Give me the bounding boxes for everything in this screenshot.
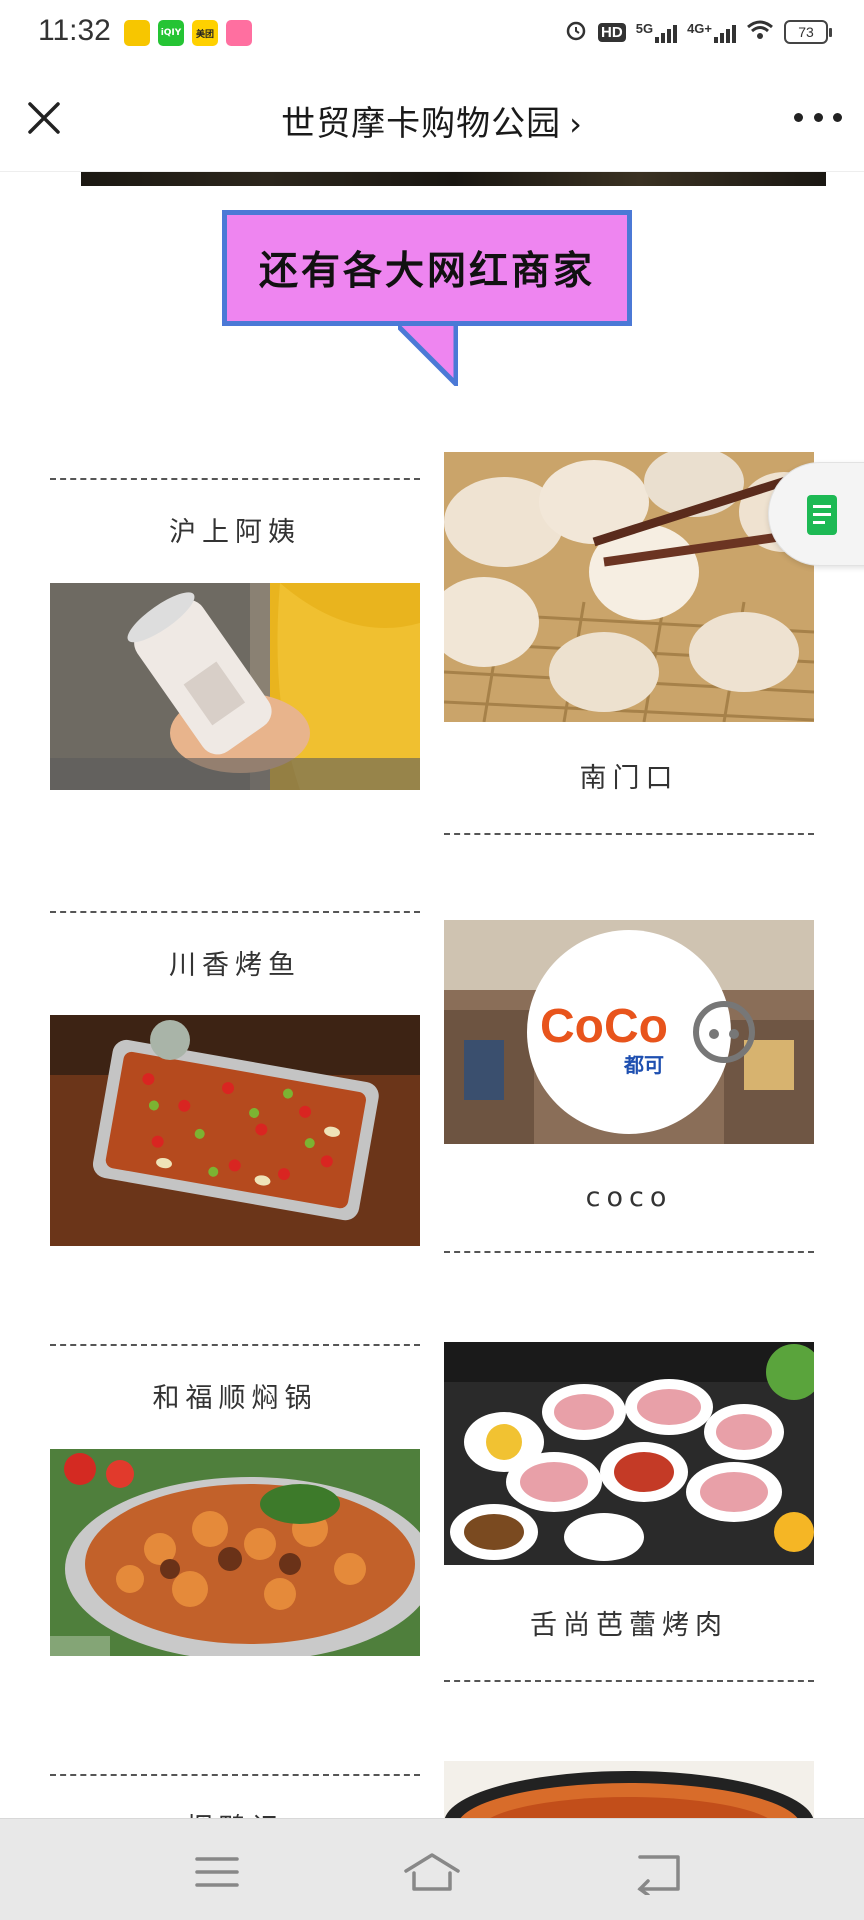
merchant-card-hefushun[interactable]: 和福顺焖锅 — [50, 1344, 420, 1415]
menu-icon — [195, 1857, 239, 1887]
status-bar: 11:32 iQIY 美团 HD 5G 4G+ 73 — [0, 0, 864, 66]
status-indicators: HD 5G 4G+ 73 — [564, 18, 832, 46]
merchant-card-shechang[interactable]: 舌尚芭蕾烤肉 — [444, 1603, 814, 1682]
merchant-name: 川香烤鱼 — [169, 950, 301, 981]
merchant-card-hushangayi[interactable]: 沪上阿姨 — [50, 478, 420, 549]
merchant-name: 南门口 — [579, 763, 679, 794]
menu-button[interactable] — [187, 1849, 247, 1895]
signal-4g: 4G+ — [687, 21, 736, 43]
back-button[interactable] — [630, 1849, 690, 1897]
dot — [794, 112, 803, 122]
coco-logo-text: CoCo — [540, 1000, 668, 1053]
floating-note-button[interactable] — [768, 462, 864, 566]
page-title[interactable]: 世贸摩卡购物公园 › — [0, 96, 864, 145]
divider — [444, 1251, 814, 1253]
merchant-name: 烟鸭记 — [50, 1806, 420, 1818]
merchant-photo-soup[interactable] — [444, 1761, 814, 1818]
iqiyi-icon: iQIY — [158, 20, 184, 46]
home-icon — [404, 1853, 460, 1891]
banner-text: 还有各大网红商家 — [222, 210, 632, 326]
alarm-icon — [564, 18, 588, 46]
meituan-icon: 美团 — [192, 20, 218, 46]
more-button[interactable] — [794, 102, 842, 132]
merchant-card-coco[interactable]: coco — [444, 1182, 814, 1253]
chevron-right-icon: › — [569, 105, 583, 143]
status-app-icons: iQIY 美团 — [124, 20, 252, 46]
merchant-photo-dumplings[interactable] — [444, 452, 814, 722]
wifi-icon — [746, 19, 774, 45]
nav-bar: 世贸摩卡购物公园 › — [0, 66, 864, 172]
merchant-card-nanmenkou[interactable]: 南门口 — [444, 756, 814, 835]
dot — [813, 112, 823, 122]
merchant-name: coco — [585, 1182, 673, 1213]
promo-banner: 还有各大网红商家 — [222, 210, 632, 386]
merchant-photo-milk-tea[interactable] — [50, 583, 420, 790]
merchant-photo-bbq[interactable] — [444, 1342, 814, 1565]
signal-5g: 5G — [636, 21, 678, 43]
merchant-name: 和福顺焖锅 — [152, 1383, 318, 1414]
merchant-name: 沪上阿姨 — [169, 517, 301, 548]
home-button[interactable] — [402, 1849, 462, 1895]
divider — [50, 478, 420, 480]
dot — [833, 112, 842, 122]
speech-tail-icon — [398, 326, 458, 386]
divider — [444, 1680, 814, 1682]
battery-icon: 73 — [784, 20, 832, 44]
merchant-card-yanyaji[interactable]: 烟鸭记 — [50, 1774, 420, 1818]
divider — [444, 833, 814, 835]
note-icon — [807, 495, 837, 535]
system-nav-bar — [0, 1818, 864, 1920]
divider — [50, 1774, 420, 1776]
merchant-card-chuanxiang[interactable]: 川香烤鱼 — [50, 911, 420, 982]
merchant-photo-grilled-fish[interactable] — [50, 1015, 420, 1246]
app-notification-icon — [124, 20, 150, 46]
merchant-photo-braised-pot[interactable] — [50, 1449, 420, 1656]
status-time: 11:32 — [38, 14, 111, 47]
app-notification-icon-2 — [226, 20, 252, 46]
back-icon — [637, 1855, 680, 1897]
divider — [50, 911, 420, 913]
coco-logo-subtext: 都可 — [623, 1053, 664, 1077]
hd-badge: HD — [598, 22, 626, 42]
merchant-photo-coco[interactable]: CoCo 都可 — [444, 920, 814, 1144]
page-title-text: 世贸摩卡购物公园 — [281, 104, 562, 144]
divider — [50, 1344, 420, 1346]
merchant-name: 舌尚芭蕾烤肉 — [530, 1610, 728, 1641]
top-image-strip — [81, 172, 826, 186]
